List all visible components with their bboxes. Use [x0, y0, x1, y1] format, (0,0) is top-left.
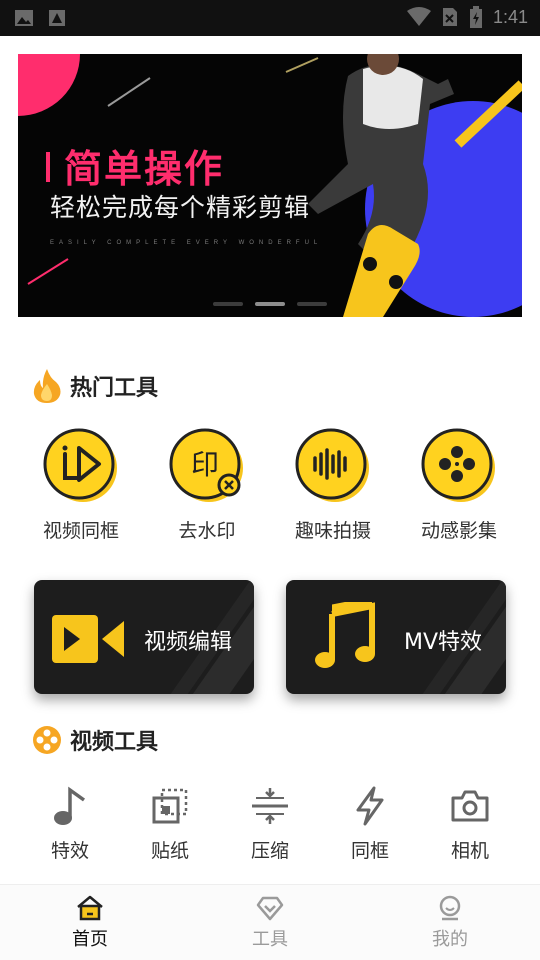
diamond-icon	[256, 896, 284, 921]
music-note-icon	[315, 602, 375, 668]
mv-effect-label: MV特效	[404, 630, 483, 655]
status-bar: 1:41	[0, 0, 540, 36]
sticker-icon	[152, 788, 188, 824]
hot-tool-label: 去水印	[178, 520, 236, 542]
video-tool-sticker[interactable]: 贴纸	[130, 786, 210, 863]
hot-tool-label: 动感影集	[420, 520, 497, 542]
image-icon	[15, 10, 33, 26]
nav-tools[interactable]: 工具	[180, 885, 360, 960]
promo-banner[interactable]: 简单操作 轻松完成每个精彩剪辑 EASILY COMPLETE EVERY WO…	[18, 54, 522, 317]
lightning-icon	[356, 786, 384, 826]
status-time: 1:41	[492, 6, 528, 27]
hot-tools-title: 热门工具	[70, 376, 159, 401]
hot-tool-dynamic-album[interactable]: 动感影集	[404, 428, 514, 543]
nav-label: 首页	[72, 929, 108, 950]
soundwave-icon	[295, 428, 369, 502]
video-tool-label: 特效	[50, 840, 89, 862]
pager-dot[interactable]	[213, 302, 243, 306]
play-video-icon	[43, 428, 117, 502]
video-edit-card[interactable]: 视频编辑	[34, 580, 254, 694]
video-tools-row: 特效 贴纸 压缩 同框 相机	[18, 786, 522, 863]
video-tools-title: 视频工具	[70, 730, 159, 755]
video-tool-label: 同框	[350, 840, 389, 862]
pager-dot-active[interactable]	[255, 302, 285, 306]
wifi-icon	[406, 7, 431, 26]
fire-icon	[33, 369, 61, 403]
video-tools-header: 视频工具	[32, 724, 158, 756]
camera-icon	[451, 790, 489, 822]
video-tool-effects[interactable]: 特效	[30, 786, 110, 863]
mv-effect-card[interactable]: MV特效	[286, 580, 506, 694]
video-tool-compress[interactable]: 压缩	[230, 786, 310, 863]
video-camera-icon	[52, 615, 124, 663]
remove-watermark-icon: 印	[169, 428, 243, 502]
banner-subtitle: 轻松完成每个精彩剪辑	[50, 193, 311, 222]
hot-tool-label: 趣味拍摄	[294, 520, 371, 542]
user-icon	[439, 895, 461, 921]
music-note-icon	[54, 786, 86, 825]
hot-tool-label: 视频同框	[42, 520, 119, 542]
nav-home[interactable]: 首页	[0, 885, 180, 960]
battery-icon	[469, 6, 482, 28]
banner-pager[interactable]	[213, 302, 327, 306]
hot-tools-header: 热门工具	[32, 368, 158, 404]
video-tool-label: 相机	[450, 840, 489, 862]
hot-tool-fun-shoot[interactable]: 趣味拍摄	[278, 428, 388, 543]
film-reel-icon	[421, 428, 495, 502]
banner-title: 简单操作	[64, 147, 225, 191]
home-icon	[77, 895, 103, 921]
hot-tool-video-collab[interactable]: 视频同框	[26, 428, 136, 543]
video-tool-label: 贴纸	[150, 840, 189, 862]
banner-tagline: EASILY COMPLETE EVERY WONDERFUL	[50, 240, 323, 246]
video-tool-label: 压缩	[250, 840, 289, 862]
nav-label: 我的	[432, 929, 468, 950]
bottom-nav: 首页 工具 我的	[0, 884, 540, 960]
hot-tools-row: 视频同框 印 去水印 趣味拍摄 动感影集	[18, 428, 522, 543]
hot-tool-remove-watermark[interactable]: 印 去水印	[152, 428, 262, 543]
video-edit-label: 视频编辑	[144, 630, 233, 655]
image-icon	[49, 10, 65, 26]
video-tool-collab[interactable]: 同框	[330, 786, 410, 863]
film-reel-icon	[33, 726, 61, 754]
compress-icon	[252, 788, 288, 824]
nav-profile[interactable]: 我的	[360, 885, 540, 960]
nav-label: 工具	[252, 929, 288, 950]
no-sim-icon	[442, 8, 457, 26]
pager-dot[interactable]	[297, 302, 327, 306]
video-tool-camera[interactable]: 相机	[430, 786, 510, 863]
svg-text:印: 印	[191, 448, 219, 481]
